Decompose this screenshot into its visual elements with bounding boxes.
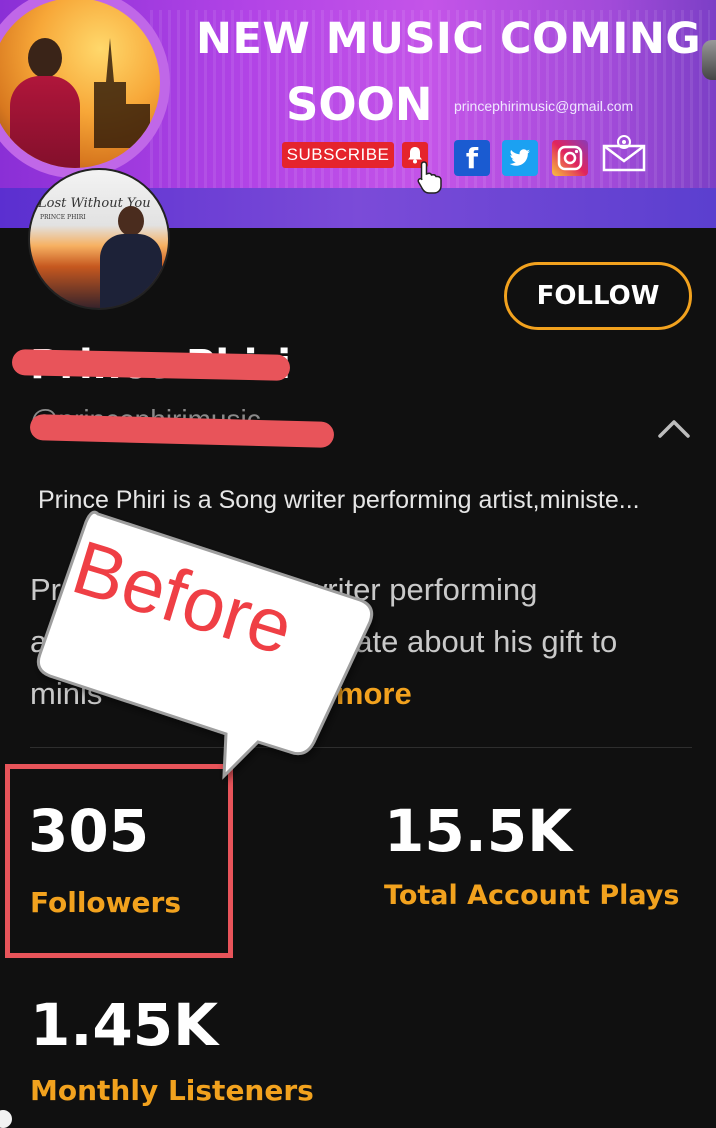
divider [30,747,692,748]
instagram-icon [552,140,588,176]
bio-preview: Prince Phiri is a Song writer performing… [38,486,640,514]
chevron-up-icon[interactable] [656,410,692,446]
album-artist: PRINCE PHIRI [40,214,86,221]
plays-count: 15.5K [384,797,573,865]
facebook-icon: f [454,140,490,176]
banner-title: NEW MUSIC COMING [196,14,702,64]
twitter-icon [502,140,538,176]
hand-cursor-icon [416,160,444,199]
artist-figure [100,206,162,308]
listeners-label: Monthly Listeners [30,1074,314,1107]
listeners-count: 1.45K [30,991,219,1059]
banner-subscribe-graphic: SUBSCRIBE [282,142,394,168]
mail-icon [602,134,646,174]
corner-indicator [0,1110,12,1128]
follow-button[interactable]: FOLLOW [504,262,692,330]
plays-label: Total Account Plays [384,880,680,911]
read-more-link[interactable]: d more [308,676,411,711]
banner-artist-photo [0,0,170,178]
artist-figure [10,38,80,168]
redaction-mark [29,414,335,448]
banner-email: princephirimusic@gmail.com [454,98,634,114]
profile-avatar[interactable]: Lost Without You PRINCE PHIRI [28,168,170,310]
followers-highlight-box [5,764,233,958]
banner-title-line2: SOON [286,78,433,131]
skyline-graphic [94,38,150,148]
microphone-icon [702,40,716,80]
